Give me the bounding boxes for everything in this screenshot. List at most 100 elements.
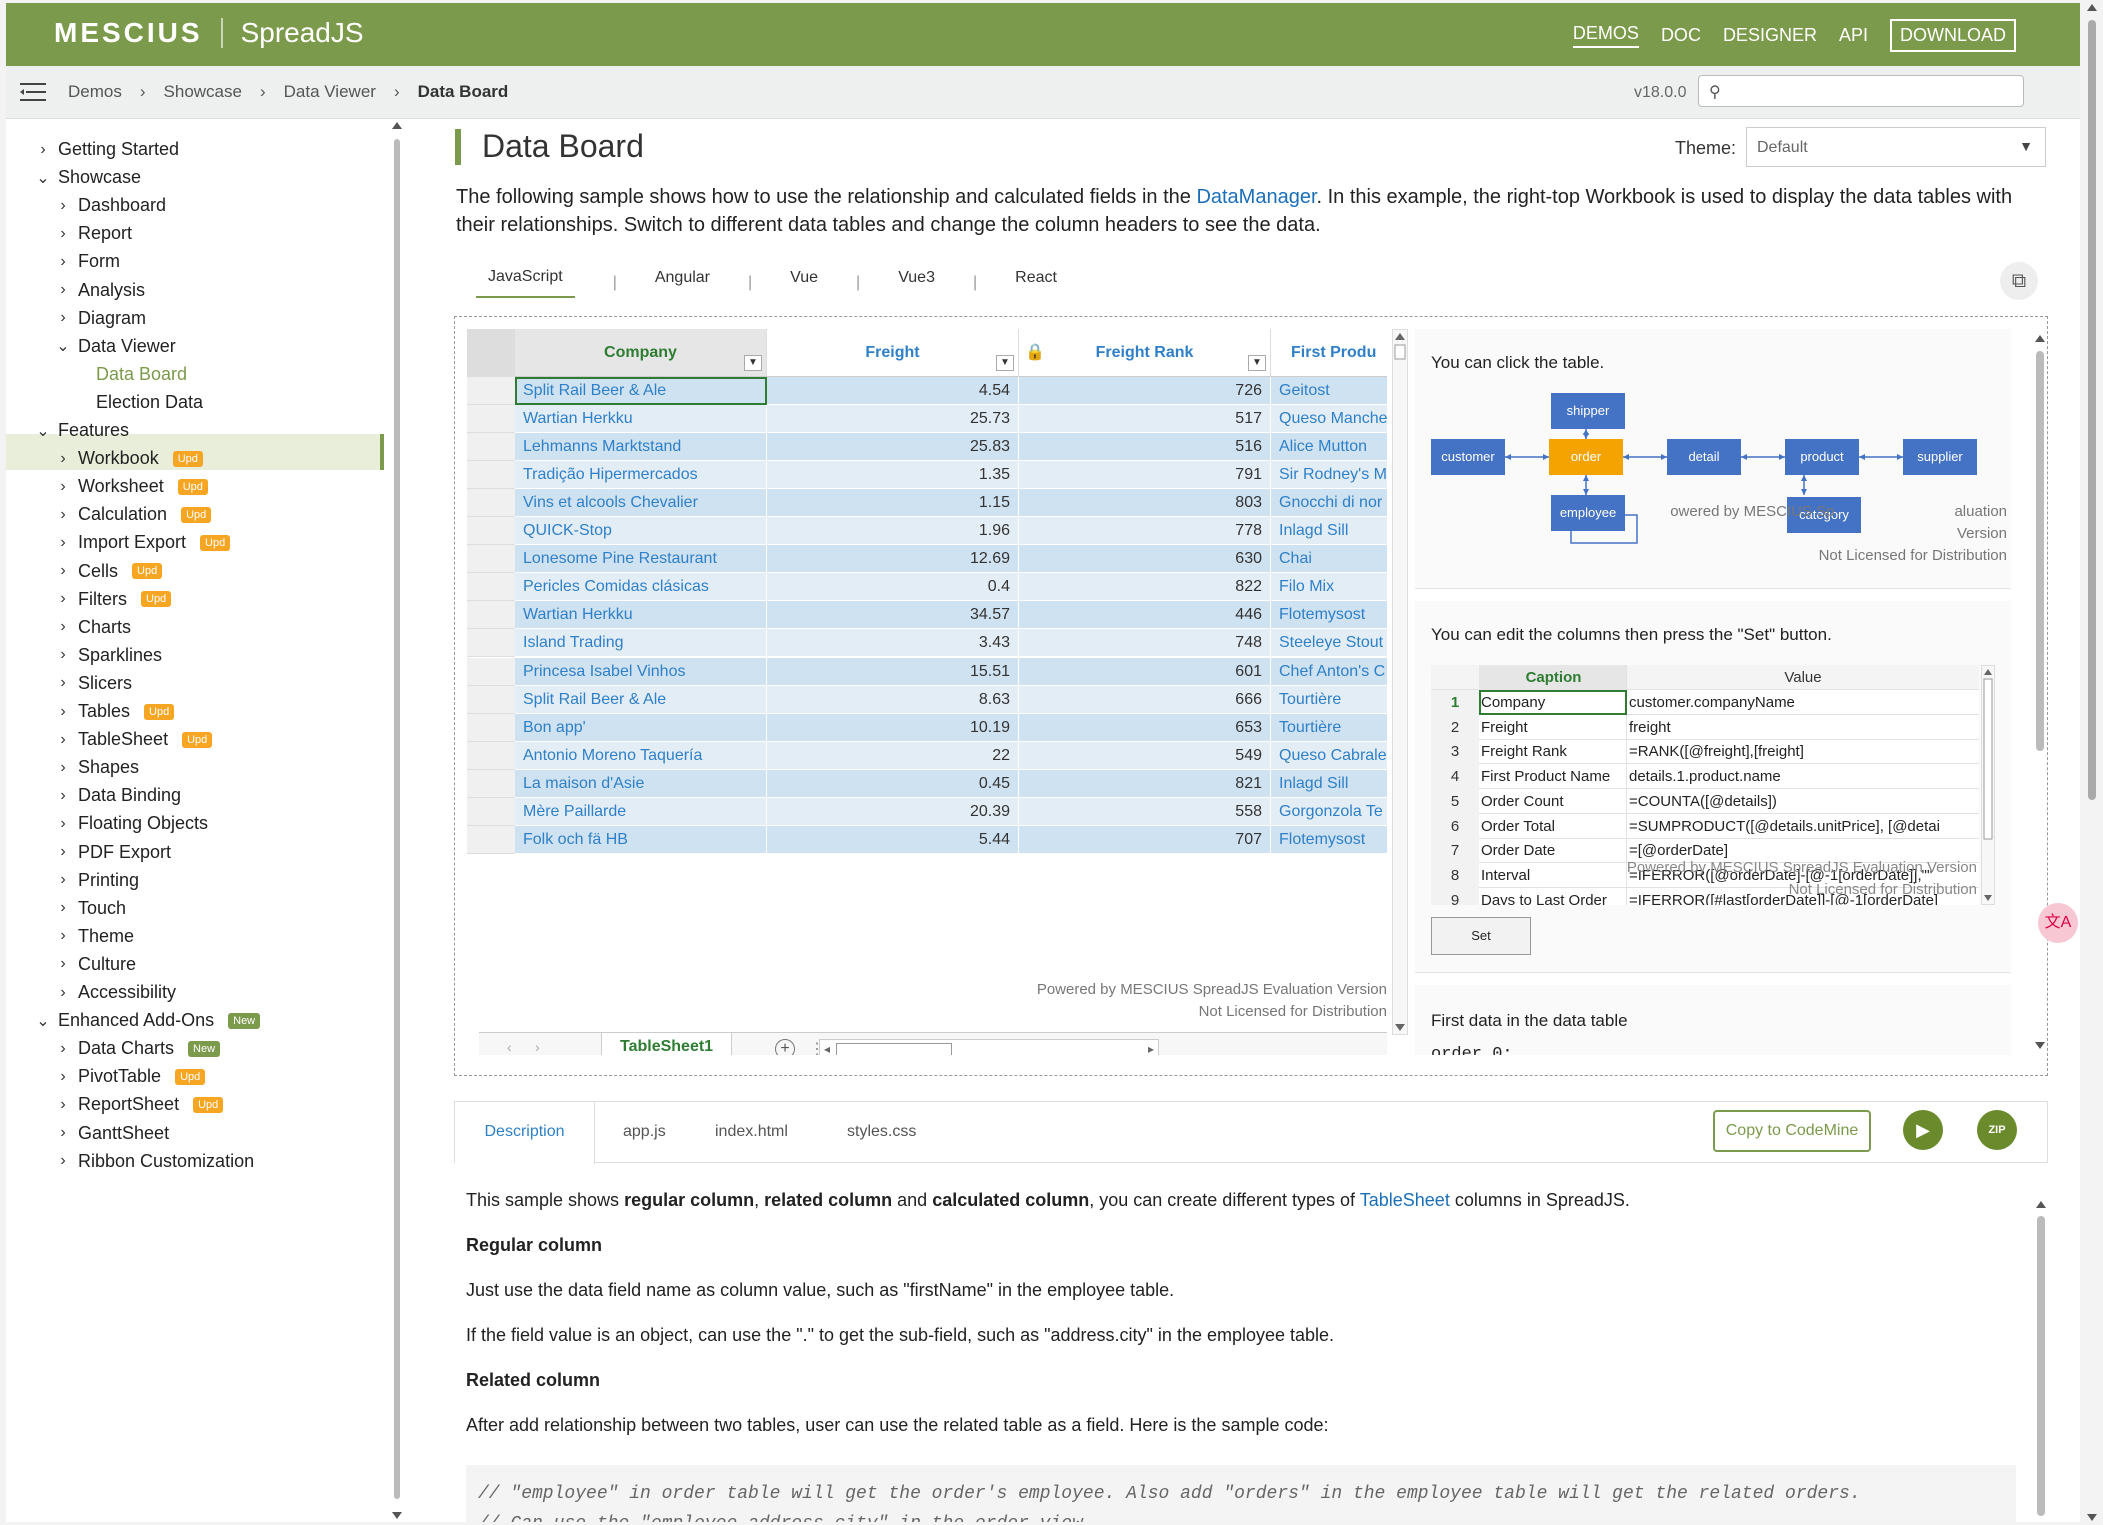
sidebar-item[interactable]: › Slicers bbox=[56, 673, 132, 694]
filter-dropdown-icon[interactable]: ▼ bbox=[1248, 355, 1266, 371]
table-cell[interactable]: Order Count bbox=[1479, 788, 1627, 814]
table-cell[interactable]: 707 bbox=[1019, 825, 1271, 854]
node-category[interactable]: category bbox=[1787, 497, 1861, 533]
table-row[interactable]: Tradição Hipermercados 1.35 791 Sir Rodney'… bbox=[467, 461, 1387, 490]
table-cell[interactable]: Sir Rodney's M bbox=[1271, 461, 1387, 490]
tab-styles-css[interactable]: styles.css bbox=[847, 1102, 916, 1164]
table-cell[interactable]: 726 bbox=[1019, 377, 1271, 405]
table-cell[interactable]: 0.45 bbox=[767, 769, 1019, 798]
row-header[interactable] bbox=[467, 825, 515, 854]
table-cell[interactable]: details.1.product.name bbox=[1627, 764, 1977, 789]
filter-dropdown-icon[interactable]: ▼ bbox=[744, 355, 762, 371]
table-cell[interactable]: =SUMPRODUCT([@details.unitPrice], [@deta… bbox=[1627, 814, 1977, 839]
sidebar-item[interactable]: › Accessibility bbox=[56, 982, 176, 1003]
breadcrumb-demos[interactable]: Demos bbox=[68, 82, 122, 102]
sidebar-scrollbar[interactable] bbox=[390, 119, 404, 1522]
nav-demos[interactable]: DEMOS bbox=[1572, 23, 1639, 48]
table-row[interactable]: QUICK-Stop 1.96 778 Inlagd Sill bbox=[467, 517, 1387, 546]
table-cell[interactable]: customer.companyName bbox=[1627, 690, 1977, 715]
table-cell[interactable]: Flotemysost bbox=[1271, 601, 1387, 630]
node-order[interactable]: order bbox=[1549, 439, 1623, 475]
columns-grid[interactable]: Caption Value 1 Company customer.companyNa… bbox=[1431, 665, 1979, 905]
table-cell[interactable]: Chef Anton's C bbox=[1271, 657, 1387, 686]
column-def-row[interactable]: 4 First Product Name details.1.product.nam… bbox=[1431, 764, 1979, 790]
sheet-nav-prev-icon[interactable]: ‹ bbox=[507, 1039, 512, 1055]
table-row[interactable]: Bon app' 10.19 653 Tourtière bbox=[467, 713, 1387, 742]
add-sheet-icon[interactable]: + bbox=[775, 1039, 795, 1055]
row-header[interactable] bbox=[467, 629, 515, 658]
sidebar-item[interactable]: › Form bbox=[56, 251, 120, 272]
table-cell[interactable]: 34.57 bbox=[767, 601, 1019, 630]
column-header-freight[interactable]: Freight ▼ bbox=[767, 329, 1019, 377]
columns-grid-scrollbar[interactable] bbox=[1981, 665, 1995, 905]
table-cell[interactable]: Antonio Moreno Taquería bbox=[515, 741, 767, 770]
table-cell[interactable]: 12.69 bbox=[767, 545, 1019, 574]
sidebar-item[interactable]: › Import Export Upd bbox=[56, 532, 231, 553]
table-cell[interactable]: Bon app' bbox=[515, 713, 767, 742]
table-cell[interactable]: Inlagd Sill bbox=[1271, 769, 1387, 798]
table-cell[interactable]: =COUNTA([@details]) bbox=[1627, 789, 1977, 814]
translate-icon[interactable]: 文A bbox=[2038, 903, 2078, 943]
table-cell[interactable]: 558 bbox=[1019, 797, 1271, 826]
sidebar-item[interactable]: › Dashboard bbox=[56, 195, 166, 216]
table-cell[interactable]: 3.43 bbox=[767, 629, 1019, 658]
table-cell[interactable]: Tradição Hipermercados bbox=[515, 461, 767, 490]
sidebar-item[interactable]: › Sparklines bbox=[56, 645, 162, 666]
table-cell[interactable]: Queso Manche bbox=[1271, 405, 1387, 434]
table-cell[interactable]: Folk och fä HB bbox=[515, 825, 767, 854]
node-product[interactable]: product bbox=[1785, 439, 1859, 475]
scrollbar-thumb[interactable] bbox=[836, 1043, 952, 1055]
table-cell[interactable]: 4.54 bbox=[767, 377, 1019, 405]
sidebar-item[interactable]: › Charts bbox=[56, 617, 131, 638]
table-cell[interactable]: Wartian Herkku bbox=[515, 405, 767, 434]
nav-api[interactable]: API bbox=[1839, 25, 1868, 46]
sidebar-item[interactable]: Election Data bbox=[76, 392, 203, 413]
scroll-right-icon[interactable]: ▸ bbox=[1148, 1042, 1154, 1055]
table-cell[interactable]: 778 bbox=[1019, 517, 1271, 546]
table-row[interactable]: Antonio Moreno Taquería 22 549 Queso Cabral… bbox=[467, 741, 1387, 770]
table-cell[interactable]: 20.39 bbox=[767, 797, 1019, 826]
logo[interactable]: MESCIUS SpreadJS bbox=[54, 17, 364, 49]
row-header[interactable] bbox=[467, 433, 515, 462]
column-header-company[interactable]: Company ▼ bbox=[515, 329, 767, 377]
row-header[interactable] bbox=[467, 741, 515, 770]
table-cell[interactable]: 666 bbox=[1019, 685, 1271, 714]
table-cell[interactable]: =RANK([@freight],[freight] bbox=[1627, 739, 1977, 764]
table-row[interactable]: La maison d'Asie 0.45 821 Inlagd Sill bbox=[467, 769, 1387, 798]
description-scrollbar[interactable] bbox=[2034, 1198, 2048, 1522]
table-row[interactable]: Split Rail Beer & Ale 4.54 726 Geitost bbox=[467, 377, 1387, 405]
column-def-row[interactable]: 7 Order Date =[@orderDate] bbox=[1431, 838, 1979, 864]
sidebar-item[interactable]: › Tables Upd bbox=[56, 701, 175, 722]
table-cell[interactable]: Lonesome Pine Restaurant bbox=[515, 545, 767, 574]
table-cell[interactable]: Freight bbox=[1479, 714, 1627, 740]
table-cell[interactable]: Geitost bbox=[1271, 377, 1387, 405]
table-cell[interactable]: Gnocchi di nor bbox=[1271, 489, 1387, 518]
sidebar-item[interactable]: › Filters Upd bbox=[56, 589, 172, 610]
table-cell[interactable]: 15.51 bbox=[767, 657, 1019, 686]
nav-designer[interactable]: DESIGNER bbox=[1723, 25, 1817, 46]
grid-corner[interactable] bbox=[467, 329, 515, 377]
tab-description[interactable]: Description bbox=[455, 1102, 595, 1164]
table-row[interactable]: Mère Paillarde 20.39 558 Gorgonzola Te bbox=[467, 797, 1387, 826]
sidebar-item[interactable]: › Diagram bbox=[56, 308, 146, 329]
table-cell[interactable]: Order Date bbox=[1479, 838, 1627, 864]
sidebar-item[interactable]: › Touch bbox=[56, 898, 126, 919]
window-scrollbar[interactable] bbox=[2082, 0, 2103, 1525]
play-icon[interactable]: ▶ bbox=[1903, 1110, 1943, 1150]
table-cell[interactable]: 1.15 bbox=[767, 489, 1019, 518]
tablesheet-grid[interactable]: Company ▼ Freight ▼ 🔒 Freight Rank ▼ First P… bbox=[467, 329, 1387, 1055]
table-cell[interactable]: 791 bbox=[1019, 461, 1271, 490]
zip-download-icon[interactable]: ZIP bbox=[1977, 1110, 2017, 1150]
table-cell[interactable]: Island Trading bbox=[515, 629, 767, 658]
table-cell[interactable]: =IFERROR([#last[orderDate]]-[@-1[orderDa… bbox=[1627, 888, 1977, 905]
table-cell[interactable]: Lehmanns Marktstand bbox=[515, 433, 767, 462]
table-cell[interactable]: 1.96 bbox=[767, 517, 1019, 546]
table-cell[interactable]: =IFERROR([@orderDate]-[@-1[orderDate]],"… bbox=[1627, 863, 1977, 888]
table-cell[interactable]: Vins et alcools Chevalier bbox=[515, 489, 767, 518]
table-row[interactable]: Wartian Herkku 34.57 446 Flotemysost bbox=[467, 601, 1387, 630]
sidebar-item[interactable]: › Workbook Upd bbox=[56, 448, 203, 469]
set-button[interactable]: Set bbox=[1431, 917, 1531, 955]
sidebar-item[interactable]: › Analysis bbox=[56, 280, 145, 301]
table-cell[interactable]: 10.19 bbox=[767, 713, 1019, 742]
table-row[interactable]: Folk och fä HB 5.44 707 Flotemysost bbox=[467, 825, 1387, 854]
